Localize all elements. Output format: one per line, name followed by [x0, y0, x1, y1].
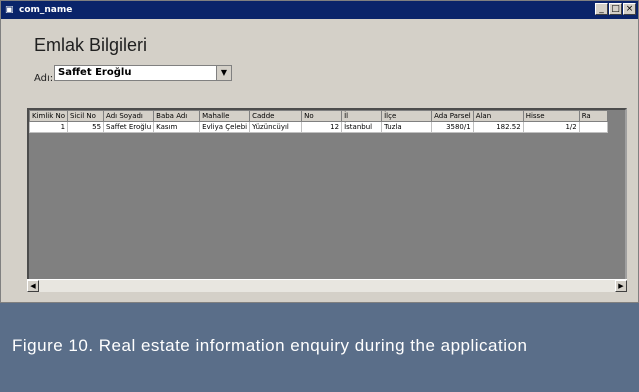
column-header[interactable]: Ra: [578, 110, 608, 122]
restore-button[interactable]: □: [609, 3, 622, 15]
page-title: Emlak Bilgileri: [34, 35, 148, 55]
name-combobox-value: Saffet Eroğlu: [58, 67, 132, 78]
table-row[interactable]: 1 55 Saffet Eroğlu Kasım Evliya Çelebi Y…: [29, 121, 608, 133]
column-header[interactable]: Baba Adı: [153, 110, 201, 122]
column-header[interactable]: Hisse: [522, 110, 580, 122]
table-cell[interactable]: 1/2: [522, 121, 580, 133]
table-cell[interactable]: Evliya Çelebi: [199, 121, 251, 133]
name-combobox[interactable]: Saffet Eroğlu ▼: [54, 65, 232, 81]
column-header[interactable]: Mahalle: [199, 110, 251, 122]
horizontal-scrollbar[interactable]: ◀ ▶: [27, 279, 627, 292]
figure-caption: Figure 10. Real estate information enqui…: [0, 303, 639, 392]
column-header[interactable]: İlçe: [381, 110, 433, 122]
column-header[interactable]: No: [301, 110, 343, 122]
table-cell[interactable]: Tuzla: [381, 121, 433, 133]
app-icon: ▣: [5, 5, 14, 15]
table-cell[interactable]: 12: [301, 121, 343, 133]
column-header[interactable]: Alan: [472, 110, 524, 122]
table-cell[interactable]: Yüzüncüyıl: [249, 121, 303, 133]
title-bar: ▣ com_name _ □ ×: [1, 1, 638, 19]
table-cell[interactable]: Kasım: [153, 121, 201, 133]
table-cell[interactable]: 1: [29, 121, 69, 133]
window-title: com_name: [19, 5, 73, 15]
chevron-down-icon[interactable]: ▼: [216, 66, 231, 80]
table-cell[interactable]: 55: [67, 121, 105, 133]
column-header[interactable]: Kimlik No: [29, 110, 69, 122]
column-header[interactable]: Sicil No: [67, 110, 105, 122]
table-cell[interactable]: 3580/1: [431, 121, 474, 133]
table-cell[interactable]: Saffet Eroğlu: [103, 121, 155, 133]
column-header[interactable]: Ada Parsel: [431, 110, 474, 122]
column-header[interactable]: Cadde: [249, 110, 303, 122]
minimize-button[interactable]: _: [595, 3, 608, 15]
data-grid[interactable]: Kimlik No Sicil No Adı Soyadı Baba Adı M…: [27, 108, 627, 292]
table-cell[interactable]: 182.52: [472, 121, 524, 133]
adi-label: Adı:: [34, 73, 54, 84]
column-header[interactable]: İl: [341, 110, 383, 122]
table-cell[interactable]: İstanbul: [341, 121, 383, 133]
table-cell[interactable]: [578, 121, 608, 133]
application-window: ▣ com_name _ □ × Emlak Bilgileri Adı: Sa…: [0, 0, 639, 303]
close-button[interactable]: ×: [623, 3, 636, 15]
grid-table: Kimlik No Sicil No Adı Soyadı Baba Adı M…: [29, 110, 608, 133]
column-header[interactable]: Adı Soyadı: [103, 110, 155, 122]
scroll-right-icon[interactable]: ▶: [615, 280, 627, 292]
grid-header-row: Kimlik No Sicil No Adı Soyadı Baba Adı M…: [29, 110, 608, 122]
scroll-left-icon[interactable]: ◀: [27, 280, 39, 292]
